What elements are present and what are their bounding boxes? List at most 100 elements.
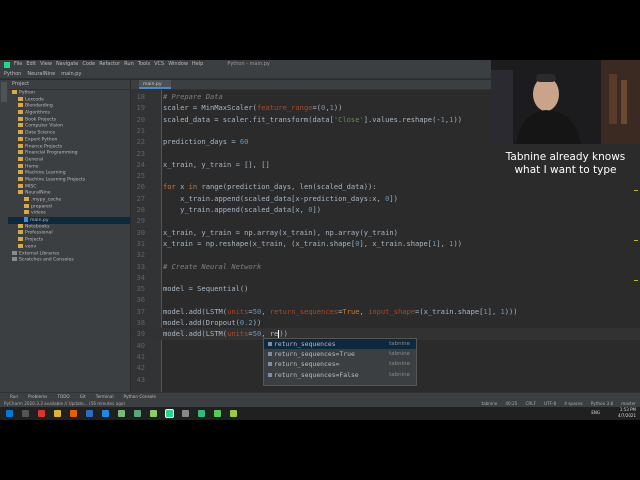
app-icon-lime[interactable] <box>150 410 157 417</box>
completion-hint <box>264 380 416 385</box>
code-line[interactable]: 34 <box>131 272 640 283</box>
status-encoding[interactable]: UTF-8 <box>544 400 556 407</box>
app-icon-blue[interactable] <box>86 410 93 417</box>
code-line[interactable]: 31 x_train = np.reshape(x_train, (x_train… <box>131 238 640 249</box>
tree-item[interactable]: Python <box>8 90 130 97</box>
tree-item[interactable]: Projects <box>8 237 130 244</box>
status-indent[interactable]: 4 spaces <box>564 400 582 407</box>
status-interpreter[interactable]: Python 3.8 <box>591 400 614 407</box>
tree-item[interactable]: Algorithms <box>8 110 130 117</box>
completion-source: tabnine <box>389 341 410 347</box>
app-icon-green[interactable] <box>118 410 125 417</box>
tab-main-py[interactable]: main.py <box>139 80 171 89</box>
menu-run[interactable]: Run <box>124 60 134 69</box>
input-language[interactable]: ENG <box>591 410 600 415</box>
project-panel-header[interactable]: Project <box>8 80 130 90</box>
menu-navigate[interactable]: Navigate <box>56 60 78 69</box>
search-icon[interactable] <box>22 410 29 417</box>
status-update-message[interactable]: PyCharm 2020.3.3 available // Update... … <box>4 401 125 406</box>
completion-item[interactable]: return_sequences=False tabnine <box>264 370 416 380</box>
line-number: 19 <box>136 103 145 113</box>
completion-item[interactable]: return_sequences= tabnine <box>264 359 416 369</box>
status-line-separator[interactable]: CRLF <box>525 400 536 407</box>
code-line[interactable]: 38 model.add(Dropout(0.2)) <box>131 317 640 328</box>
code-text: x_train, y_train = [], [] <box>163 159 270 169</box>
code-line[interactable]: 35 model = Sequential() <box>131 283 640 294</box>
breadcrumb-neuralnine[interactable]: NeuralNine <box>27 69 55 78</box>
code-line[interactable]: 32 <box>131 249 640 260</box>
menu-tools[interactable]: Tools <box>138 60 150 69</box>
status-cursor-position[interactable]: 40:25 <box>505 400 517 407</box>
breadcrumb-python[interactable]: Python <box>4 69 21 78</box>
project-tool-button[interactable] <box>1 82 7 102</box>
tree-item[interactable]: Computer Vision <box>8 123 130 130</box>
tree-item[interactable]: venv <box>8 243 130 251</box>
code-line[interactable]: 33 # Create Neural Network <box>131 261 640 272</box>
tool-git[interactable]: Git <box>80 393 86 400</box>
app-icon-grey[interactable] <box>182 410 189 417</box>
status-git-branch[interactable]: master <box>621 400 636 407</box>
app-icon-teal[interactable] <box>134 410 141 417</box>
code-line[interactable]: 36 <box>131 294 640 305</box>
system-tray[interactable]: 1:53 PM 4/7/2021 <box>618 407 636 419</box>
folder-icon <box>18 156 23 161</box>
menu-help[interactable]: Help <box>192 60 203 69</box>
tool-python-console[interactable]: Python Console <box>123 393 155 400</box>
tree-item[interactable]: Professional <box>8 230 130 237</box>
app-icon-globe[interactable] <box>198 410 205 417</box>
tree-item[interactable]: Expert Python <box>8 136 130 144</box>
code-text: y_train.append(scaled_data[x, 0]) <box>163 205 322 214</box>
python-file-icon <box>24 217 28 223</box>
tree-item[interactable]: Scratches and Consoles <box>8 257 130 264</box>
tree-item[interactable]: Machine Learning <box>8 170 130 177</box>
tree-item[interactable]: Finance Projects <box>8 143 130 151</box>
tree-item[interactable]: Notebooks <box>8 223 130 231</box>
menu-view[interactable]: View <box>40 60 52 69</box>
tree-item[interactable]: Data Science <box>8 130 130 137</box>
code-line[interactable]: 28 y_train.append(scaled_data[x, 0]) <box>131 204 640 215</box>
app-icon-misc[interactable] <box>230 410 237 417</box>
code-line[interactable]: 30 x_train, y_train = np.array(x_train), … <box>131 227 640 238</box>
tool-problems[interactable]: Problems <box>28 393 47 400</box>
pycharm-taskbar-icon[interactable] <box>165 409 174 418</box>
tree-item[interactable]: Book Projects <box>8 116 130 124</box>
tree-item[interactable]: Lexcode <box>8 96 130 104</box>
menu-refactor[interactable]: Refactor <box>99 60 120 69</box>
tree-item[interactable]: NeuralNine <box>8 190 130 197</box>
tree-item[interactable]: External Libraries <box>8 250 130 258</box>
tree-item[interactable]: Home <box>8 163 130 171</box>
completion-item[interactable]: return_sequences=True tabnine <box>264 349 416 359</box>
tool-run[interactable]: Run <box>10 393 18 400</box>
menu-edit[interactable]: Edit <box>26 60 36 69</box>
tree-item[interactable]: main.py <box>8 217 130 224</box>
menu-file[interactable]: File <box>14 60 22 69</box>
code-line[interactable]: 37 model.add(LSTM(units=50, return_sequen… <box>131 306 640 317</box>
menu-vcs[interactable]: VCS <box>154 60 164 69</box>
app-icon-red[interactable] <box>38 410 45 417</box>
tree-item[interactable]: prepared <box>8 203 130 211</box>
completion-item[interactable]: return_sequences tabnine <box>264 339 416 350</box>
tree-item[interactable]: Machine Learning Projects <box>8 176 130 184</box>
pycharm-icon <box>4 61 10 68</box>
app-icon-spotify[interactable] <box>214 410 221 417</box>
tool-todo[interactable]: TODO <box>57 393 69 400</box>
tree-item[interactable]: General <box>8 156 130 164</box>
word-icon[interactable] <box>102 410 109 417</box>
tree-item[interactable]: Financial Programming <box>8 150 130 157</box>
code-line[interactable]: 27 x_train.append(scaled_data[x-predicti… <box>131 193 640 204</box>
tree-item[interactable]: .mypy_cache <box>8 197 130 204</box>
tool-terminal[interactable]: Terminal <box>96 393 114 400</box>
tree-item[interactable]: Blenderding <box>8 103 130 110</box>
menu-code[interactable]: Code <box>82 60 95 69</box>
tree-item[interactable]: MISC <box>8 183 130 191</box>
tree-item[interactable]: videos <box>8 210 130 217</box>
line-number: 28 <box>136 205 145 214</box>
firefox-icon[interactable] <box>70 410 77 417</box>
line-number: 25 <box>136 171 145 181</box>
status-tabnine[interactable]: tabnine <box>481 400 497 407</box>
windows-start-icon[interactable] <box>6 410 13 417</box>
explorer-icon[interactable] <box>54 410 61 417</box>
code-line[interactable]: 29 <box>131 215 640 226</box>
breadcrumb-main[interactable]: main.py <box>61 69 81 78</box>
menu-window[interactable]: Window <box>168 60 188 69</box>
